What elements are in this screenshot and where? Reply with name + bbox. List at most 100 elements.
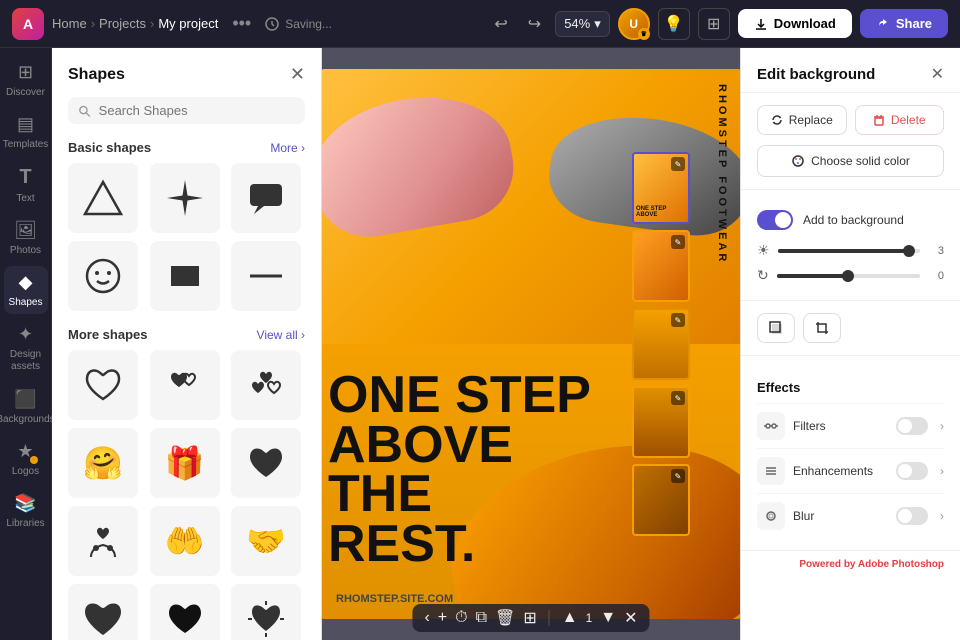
- avatar[interactable]: U ♛: [618, 8, 650, 40]
- shape-speech[interactable]: [231, 163, 301, 233]
- add-to-background-toggle[interactable]: [757, 210, 793, 230]
- slider1-row: ☀ 3: [757, 238, 944, 263]
- filters-row: Filters ›: [757, 403, 944, 448]
- square-icon: [165, 256, 205, 296]
- shape-people-hug[interactable]: 🤗: [68, 428, 138, 498]
- shape-gift-people[interactable]: 🎁: [150, 428, 220, 498]
- copy-page-button[interactable]: ⧉: [476, 609, 487, 627]
- smiley-icon: [83, 256, 123, 296]
- main-layout: ⊞ Discover ▤ Templates T Text 🖼 Photos ◆…: [0, 48, 960, 640]
- zoom-select[interactable]: 54% ▾: [555, 11, 610, 37]
- shape-handshake[interactable]: 🤝: [231, 506, 301, 576]
- crop-button[interactable]: [803, 313, 841, 343]
- sidebar-item-libraries[interactable]: 📚 Libraries: [4, 487, 48, 535]
- shape-heart-outline[interactable]: [68, 350, 138, 420]
- breadcrumb-home[interactable]: Home: [52, 16, 87, 31]
- enhancements-toggle[interactable]: [896, 462, 928, 480]
- view-all-link[interactable]: View all ›: [257, 328, 305, 342]
- blur-toggle[interactable]: [896, 507, 928, 525]
- shape-heart-fill[interactable]: [150, 584, 220, 640]
- heart-outline-icon: [83, 365, 123, 405]
- filters-chevron[interactable]: ›: [940, 419, 944, 433]
- shape-sparkle-heart[interactable]: [231, 584, 301, 640]
- delete-page-button[interactable]: 🗑: [495, 608, 515, 628]
- search-input[interactable]: [99, 103, 295, 118]
- thumbnail-1[interactable]: ONE STEPABOVE ✎: [632, 152, 690, 224]
- shape-smiley[interactable]: [68, 241, 138, 311]
- shape-star4[interactable]: [150, 163, 220, 233]
- next-arrow-button[interactable]: ▼: [600, 609, 616, 627]
- breadcrumb: Home › Projects › My project: [52, 16, 218, 31]
- breadcrumb-projects[interactable]: Projects: [99, 16, 146, 31]
- sidebar-item-photos[interactable]: 🖼 Photos: [4, 214, 48, 262]
- blur-row: Blur ›: [757, 493, 944, 538]
- rp-icon-actions-section: [741, 301, 960, 356]
- right-panel-close-button[interactable]: ✕: [931, 64, 944, 84]
- shape-square[interactable]: [150, 241, 220, 311]
- share-button[interactable]: Share: [860, 9, 948, 38]
- add-page-button[interactable]: +: [438, 609, 447, 627]
- sidebar-item-shapes[interactable]: ◆ Shapes: [4, 266, 48, 314]
- topbar: A Home › Projects › My project ••• Savin…: [0, 0, 960, 48]
- panel-close-button[interactable]: ✕: [290, 64, 305, 85]
- undo-button[interactable]: ↩: [488, 10, 513, 38]
- close-pagination-button[interactable]: ✕: [624, 608, 637, 628]
- thumbnail-3[interactable]: ✎: [632, 308, 690, 380]
- share-icon: [876, 17, 890, 31]
- shape-triangle[interactable]: [68, 163, 138, 233]
- enhancements-chevron[interactable]: ›: [940, 464, 944, 478]
- grid-button[interactable]: ⊞: [698, 8, 730, 40]
- canvas-area[interactable]: ↩ 🗑 RHOMSTEP FOOTWEAR RHOMSTEP.SITE.COM: [322, 48, 740, 640]
- app-logo[interactable]: A: [12, 8, 44, 40]
- enhancements-label: Enhancements: [793, 464, 888, 478]
- more-shapes-grid: 🤗 🎁 🤲 🤝: [52, 350, 321, 640]
- sidebar-item-text[interactable]: T Text: [4, 160, 48, 210]
- lightbulb-button[interactable]: 💡: [658, 8, 690, 40]
- shape-hearts-triple[interactable]: [231, 350, 301, 420]
- shape-hearts-double[interactable]: [150, 350, 220, 420]
- prev-page-button[interactable]: ‹: [424, 609, 429, 627]
- thumbnail-2[interactable]: ✎: [632, 230, 690, 302]
- shape-heart-hands[interactable]: [68, 506, 138, 576]
- panel-header: Shapes ✕: [52, 48, 321, 93]
- blur-icon: [757, 502, 785, 530]
- sidebar-item-logos[interactable]: ★+ Logos: [4, 435, 48, 483]
- brightness-icon: ☀: [757, 242, 770, 259]
- shapes-panel: Shapes ✕ Basic shapes More ›: [52, 48, 322, 640]
- blur-chevron[interactable]: ›: [940, 509, 944, 523]
- thumb5-edit-icon: ✎: [675, 472, 682, 481]
- basic-shapes-more[interactable]: More ›: [270, 141, 305, 155]
- thumb2-edit-icon: ✎: [675, 238, 682, 247]
- shadow-button[interactable]: [757, 313, 795, 343]
- sidebar-item-templates[interactable]: ▤ Templates: [4, 108, 48, 156]
- prev-arrow-button[interactable]: ▲: [562, 609, 578, 627]
- sidebar-item-discover[interactable]: ⊞ Discover: [4, 56, 48, 104]
- shape-heart-big[interactable]: [68, 584, 138, 640]
- slider1-track[interactable]: [778, 249, 920, 253]
- sidebar-item-backgrounds[interactable]: ⬛ Backgrounds: [4, 383, 48, 431]
- heart-fill-icon: [165, 599, 205, 639]
- breadcrumb-current[interactable]: My project: [158, 16, 218, 31]
- sidebar-item-design-assets[interactable]: ✦ Design assets: [4, 318, 48, 379]
- redo-button[interactable]: ↪: [522, 10, 547, 38]
- grid-view-button[interactable]: ⊞: [523, 608, 536, 628]
- main-text: ONE STEP ABOVE THE REST.: [328, 371, 680, 569]
- thumbnail-4[interactable]: ✎: [632, 386, 690, 458]
- more-options-button[interactable]: •••: [226, 9, 257, 38]
- shape-line[interactable]: [231, 241, 301, 311]
- slider1-value: 3: [928, 245, 944, 257]
- timer-button[interactable]: ⏱: [455, 609, 467, 627]
- shape-heart-hand2[interactable]: 🤲: [150, 506, 220, 576]
- delete-button[interactable]: Delete: [855, 105, 945, 135]
- download-button[interactable]: Download: [738, 9, 852, 38]
- filters-toggle[interactable]: [896, 417, 928, 435]
- speech-icon: [246, 178, 286, 218]
- basic-shapes-grid: [52, 163, 321, 323]
- shape-heart-solid[interactable]: [231, 428, 301, 498]
- panel-title: Shapes: [68, 66, 125, 84]
- add-to-background-label: Add to background: [803, 213, 904, 227]
- choose-solid-color-button[interactable]: Choose solid color: [757, 145, 944, 177]
- replace-button[interactable]: Replace: [757, 105, 847, 135]
- thumbnail-5[interactable]: ✎: [632, 464, 690, 536]
- slider2-track[interactable]: [777, 274, 920, 278]
